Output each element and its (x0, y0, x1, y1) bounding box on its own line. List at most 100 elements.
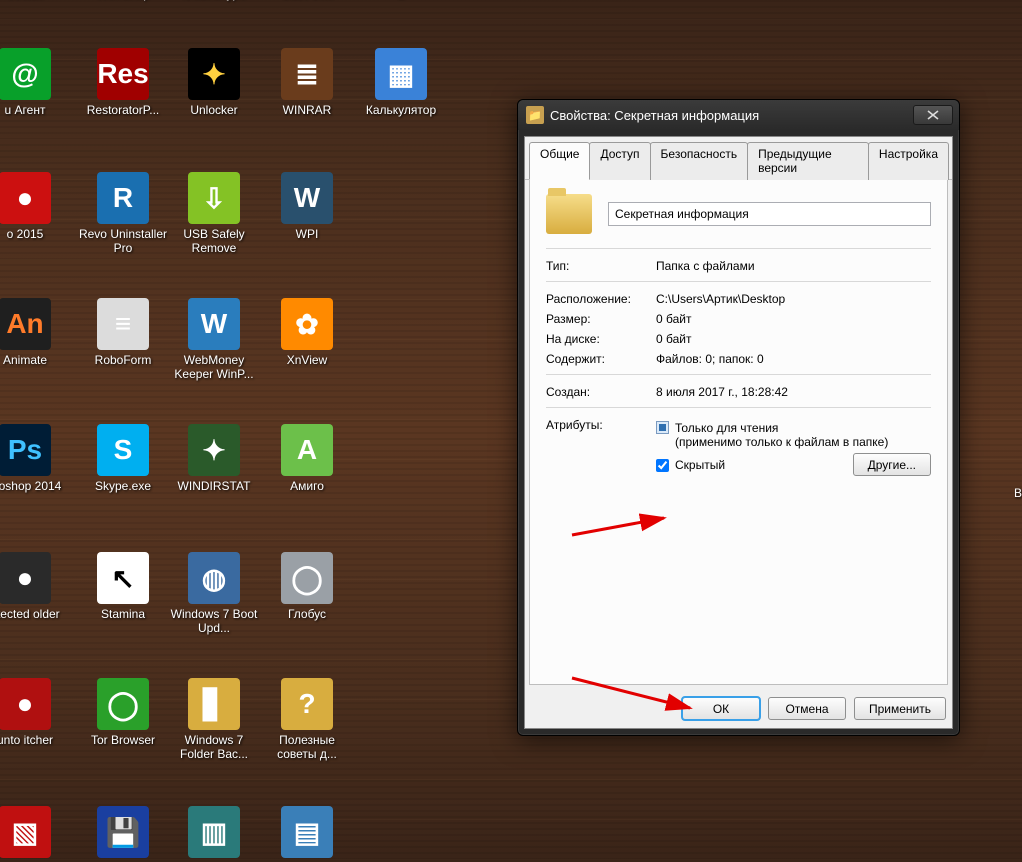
label-location: Расположение: (546, 292, 656, 306)
desktop-icon[interactable]: @ u Агент (0, 48, 72, 118)
desktop-icon-label: RoboForm (93, 352, 154, 368)
desktop-icon[interactable]: Workshop (76, 0, 170, 2)
desktop-icon-label: RestoratorP... (85, 102, 161, 118)
desktop-icon[interactable]: ●otected older (0, 552, 72, 622)
desktop-icon-label: WPI (294, 226, 321, 242)
desktop-icon-label: unto itcher (0, 732, 55, 748)
desktop-icon-label: o 2015 (5, 226, 46, 242)
desktop-icon[interactable]: ▤ (260, 806, 354, 862)
desktop-icon[interactable]: Psotoshop 2014 (0, 424, 72, 494)
desktop-icon[interactable]: ↖ Stamina (76, 552, 170, 622)
desktop-icon[interactable]: W WPI (260, 172, 354, 242)
label-contains: Содержит: (546, 352, 656, 366)
app-icon: ✦ (188, 424, 240, 476)
dialog-body: ОбщиеДоступБезопасностьПредыдущие версии… (524, 136, 953, 729)
app-icon: ≡ (97, 298, 149, 350)
desktop-icon[interactable]: ⇩USB Safely Remove (167, 172, 261, 256)
folder-large-icon (546, 194, 592, 234)
value-location: C:\Users\Артик\Desktop (656, 292, 931, 306)
app-icon: A (281, 424, 333, 476)
desktop-icon[interactable]: ◯Tor Browser (76, 678, 170, 748)
tabstrip: ОбщиеДоступБезопасностьПредыдущие версии… (525, 137, 952, 180)
app-icon: ▧ (0, 806, 51, 858)
desktop-icon[interactable]: ResRestoratorP... (76, 48, 170, 118)
app-icon: W (188, 298, 240, 350)
desktop-icon[interactable]: Start Or... (260, 0, 354, 2)
app-icon: ↖ (97, 552, 149, 604)
app-icon: ● (0, 678, 51, 730)
app-icon: ◍ (188, 552, 240, 604)
desktop-icon[interactable]: клавиатуре (167, 0, 261, 2)
close-button[interactable] (913, 105, 953, 125)
desktop-icon[interactable]: ▦Калькулятор (354, 48, 448, 118)
desktop-icon[interactable]: ◍Windows 7 Boot Upd... (167, 552, 261, 636)
desktop-icon[interactable]: A Амиго (260, 424, 354, 494)
app-icon: ✦ (188, 48, 240, 100)
folder-titlebar-icon: 📁 (526, 106, 544, 124)
tab-Общие[interactable]: Общие (529, 142, 590, 180)
readonly-checkbox[interactable] (656, 421, 669, 434)
value-type: Папка с файлами (656, 259, 931, 273)
desktop-icon[interactable]: ● unto itcher (0, 678, 72, 748)
desktop-icon-label: Unlocker (188, 102, 239, 118)
desktop-icon-label: Амиго (288, 478, 326, 494)
app-icon: ▤ (281, 806, 333, 858)
app-icon: W (281, 172, 333, 224)
desktop-icon[interactable]: обса... (0, 0, 72, 2)
other-attributes-button[interactable]: Другие... (853, 453, 931, 476)
titlebar[interactable]: 📁 Свойства: Секретная информация (518, 100, 959, 130)
desktop-icon[interactable]: ✦ Unlocker (167, 48, 261, 118)
dialog-title: Свойства: Секретная информация (550, 108, 913, 123)
desktop-icon[interactable]: ✿XnView (260, 298, 354, 368)
apply-button[interactable]: Применить (854, 697, 946, 720)
properties-dialog: 📁 Свойства: Секретная информация ОбщиеДо… (517, 99, 960, 736)
tab-Доступ[interactable]: Доступ (589, 142, 650, 180)
app-icon: ⇩ (188, 172, 240, 224)
desktop-icon-label: u Агент (3, 102, 48, 118)
app-icon: An (0, 298, 51, 350)
desktop-icon-label: Workshop (94, 0, 152, 2)
desktop-icon-label: Полезные советы д... (260, 732, 354, 762)
label-attributes: Атрибуты: (546, 418, 656, 476)
app-icon: ▋ (188, 678, 240, 730)
tab-Безопасность[interactable]: Безопасность (650, 142, 749, 180)
partial-label-right: В (1014, 486, 1022, 500)
ok-button[interactable]: ОК (682, 697, 760, 720)
desktop-icon[interactable]: WWebMoney Keeper WinP... (167, 298, 261, 382)
desktop-icon[interactable]: 2 (354, 0, 448, 2)
desktop-icon[interactable]: ≣WINRAR (260, 48, 354, 118)
app-icon: S (97, 424, 149, 476)
app-icon: 💾 (97, 806, 149, 858)
desktop-icon[interactable]: ▋Windows 7 Folder Bac... (167, 678, 261, 762)
app-icon: ? (281, 678, 333, 730)
value-size-disk: 0 байт (656, 332, 931, 346)
desktop-icon-label: Stamina (99, 606, 147, 622)
desktop-icon-label: otected older (0, 606, 62, 622)
folder-name-input[interactable] (608, 202, 931, 226)
desktop-icon[interactable]: ✦WINDIRSTAT (167, 424, 261, 494)
desktop-icon[interactable]: 💾 (76, 806, 170, 862)
app-icon: ● (0, 172, 51, 224)
desktop-icon-label: XnView (285, 352, 329, 368)
desktop-icon[interactable]: ≡ RoboForm (76, 298, 170, 368)
value-created: 8 июля 2017 г., 18:28:42 (656, 385, 931, 399)
app-icon: @ (0, 48, 51, 100)
desktop-icon-label: USB Safely Remove (167, 226, 261, 256)
desktop-icon[interactable]: ▥ (167, 806, 261, 862)
desktop-icon[interactable]: ?Полезные советы д... (260, 678, 354, 762)
label-size: Размер: (546, 312, 656, 326)
desktop-icon[interactable]: ● o 2015 (0, 172, 72, 242)
cancel-button[interactable]: Отмена (768, 697, 846, 720)
tab-Настройка[interactable]: Настройка (868, 142, 949, 180)
desktop-icon[interactable]: RRevo Uninstaller Pro (76, 172, 170, 256)
desktop-icon[interactable]: An Animate (0, 298, 72, 368)
tab-Предыдущие версии[interactable]: Предыдущие версии (747, 142, 869, 180)
desktop-icon[interactable]: SSkype.exe (76, 424, 170, 494)
desktop-icon[interactable]: ◯Глобус (260, 552, 354, 622)
hidden-checkbox[interactable] (656, 459, 669, 472)
app-icon: ◯ (281, 552, 333, 604)
desktop-icon[interactable]: ▧ (0, 806, 72, 862)
desktop-icon-label: Animate (1, 352, 49, 368)
app-icon: ▥ (188, 806, 240, 858)
desktop-icon-label: обса... (5, 0, 45, 2)
